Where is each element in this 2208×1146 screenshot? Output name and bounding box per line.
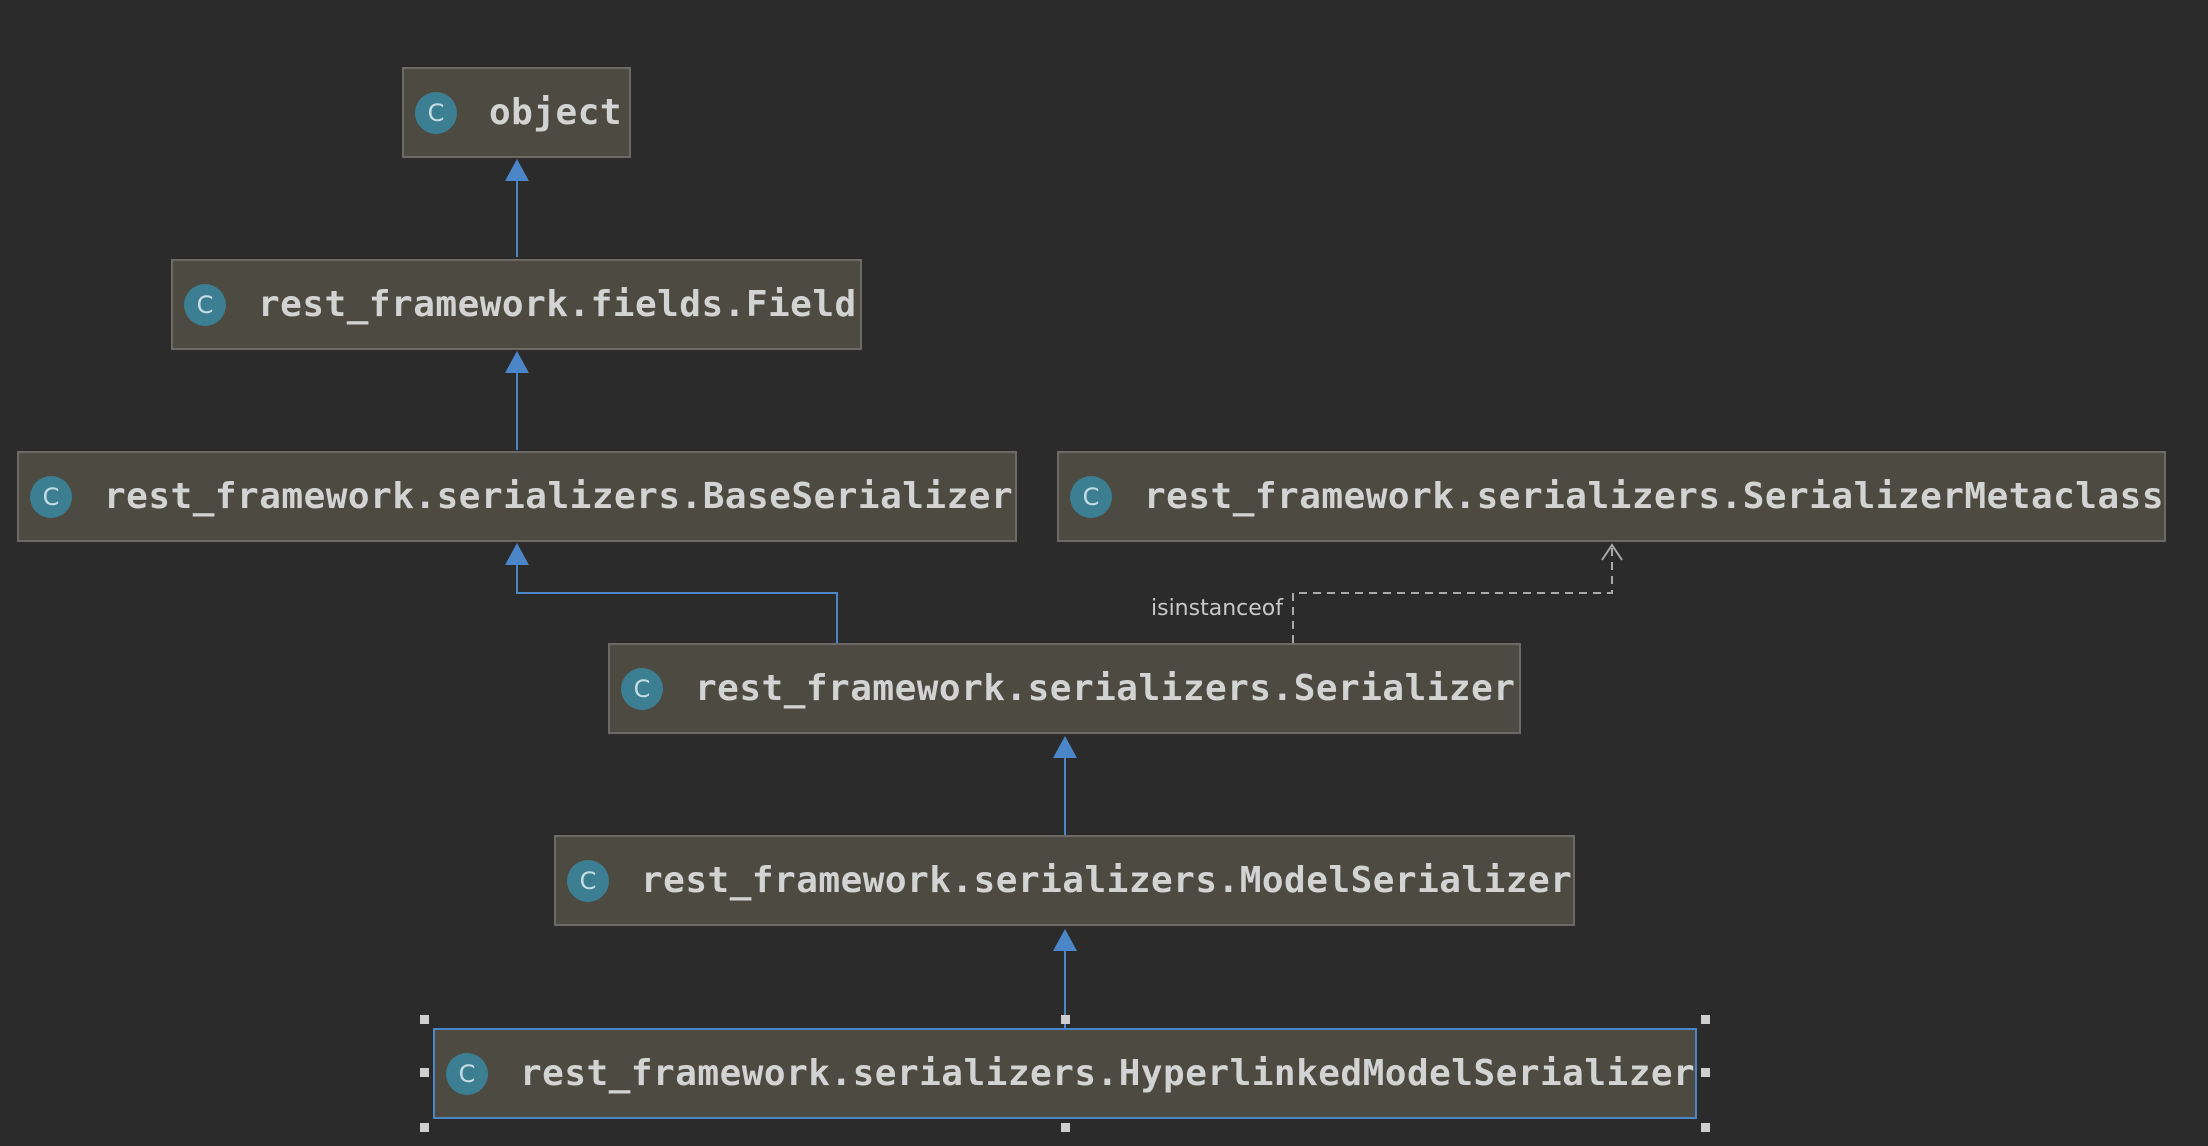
- class-node-label: rest_framework.serializers.SerializerMet…: [1144, 476, 2164, 517]
- class-node-serializer[interactable]: C rest_framework.serializers.Serializer: [608, 643, 1521, 734]
- edges-layer: [505, 159, 1623, 1028]
- resize-handle-top-center[interactable]: [1061, 1015, 1070, 1024]
- inheritance-arrowhead-icon: [1053, 736, 1077, 758]
- edge-serializer-to-baseserializer: [516, 565, 838, 643]
- resize-handle-bottom-left[interactable]: [420, 1123, 429, 1132]
- class-icon: C: [30, 475, 72, 518]
- class-node-label: rest_framework.serializers.ModelSerializ…: [641, 860, 1573, 901]
- resize-handle-middle-left[interactable]: [420, 1068, 429, 1077]
- resize-handle-top-left[interactable]: [420, 1015, 429, 1024]
- inheritance-arrowhead-icon: [505, 159, 529, 181]
- class-node-model-serializer[interactable]: C rest_framework.serializers.ModelSerial…: [554, 835, 1575, 926]
- class-node-label: rest_framework.serializers.Serializer: [695, 668, 1516, 709]
- class-node-label: rest_framework.fields.Field: [258, 284, 857, 325]
- inheritance-arrowhead-icon: [505, 543, 529, 565]
- inheritance-arrowhead-icon: [1053, 929, 1077, 951]
- edge-label-isinstanceof: isinstanceof: [1151, 596, 1283, 621]
- resize-handle-top-right[interactable]: [1701, 1015, 1710, 1024]
- resize-handle-bottom-right[interactable]: [1701, 1123, 1710, 1132]
- class-icon: C: [415, 91, 457, 134]
- class-node-base-serializer[interactable]: C rest_framework.serializers.BaseSeriali…: [17, 451, 1017, 542]
- class-node-object[interactable]: C object: [402, 67, 631, 158]
- class-icon: C: [621, 667, 663, 710]
- edge-serializer-isinstanceof-metaclass: [1292, 545, 1613, 643]
- class-node-label: rest_framework.serializers.BaseSerialize…: [104, 476, 1014, 517]
- class-icon: C: [446, 1052, 488, 1095]
- class-icon: C: [184, 283, 226, 326]
- class-node-label: object: [489, 92, 623, 133]
- class-icon: C: [1070, 475, 1112, 518]
- inheritance-arrowhead-icon: [505, 351, 529, 373]
- resize-handle-bottom-center[interactable]: [1061, 1123, 1070, 1132]
- class-node-hyperlinked-model-serializer[interactable]: C rest_framework.serializers.Hyperlinked…: [433, 1028, 1697, 1119]
- class-node-label: rest_framework.serializers.HyperlinkedMo…: [520, 1053, 1696, 1094]
- class-icon: C: [567, 859, 609, 902]
- class-node-serializer-metaclass[interactable]: C rest_framework.serializers.SerializerM…: [1057, 451, 2166, 542]
- class-node-field[interactable]: C rest_framework.fields.Field: [171, 259, 862, 350]
- resize-handle-middle-right[interactable]: [1701, 1068, 1710, 1077]
